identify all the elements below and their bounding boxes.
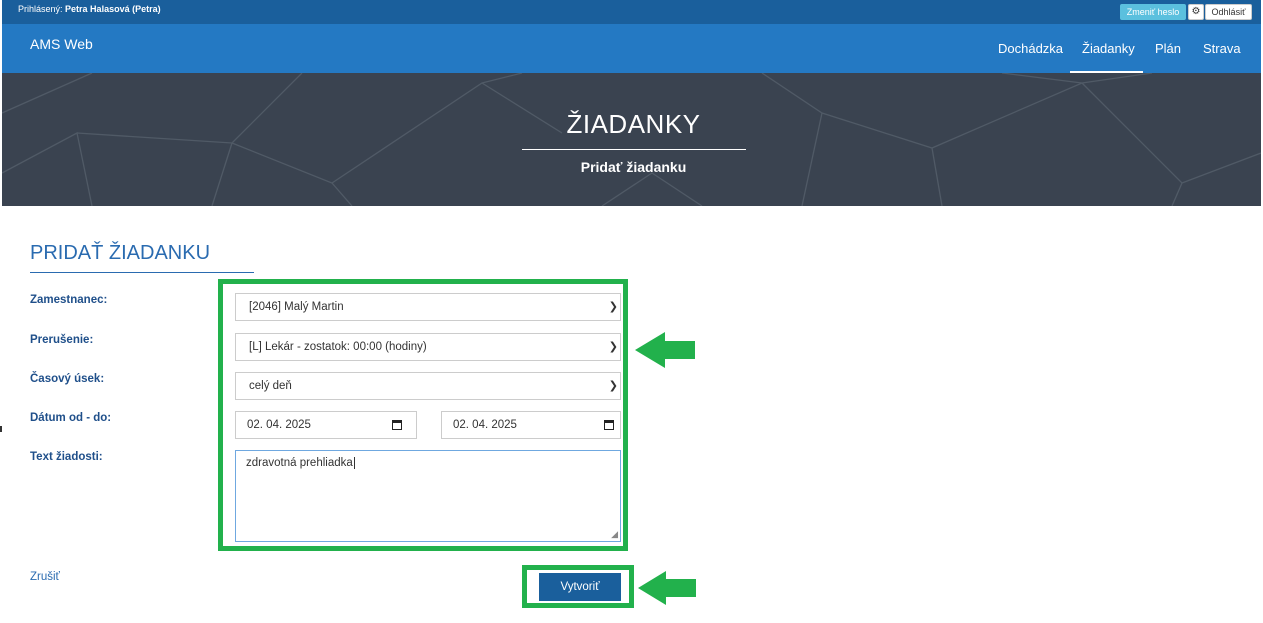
request-text-label: Text žiadosti: [30,451,103,463]
hero-title-underline [522,149,746,150]
hero-banner: ŽIADANKY Pridať žiadanku [2,73,1261,206]
timeslot-label: Časový úsek: [30,373,105,385]
hero-title: ŽIADANKY [566,109,701,139]
fields-highlight-box [218,279,628,551]
employee-label: Zamestnanec: [30,294,108,306]
nav-item-plan[interactable]: Plán [1155,41,1181,56]
gear-icon: ⚙ [1191,6,1201,17]
create-button[interactable]: Vytvoriť [530,573,626,601]
form-heading: PRIDAŤ ŽIADANKU [30,242,211,264]
arrow-left-icon [635,332,695,368]
date-range-label: Dátum od - do: [30,412,112,424]
nav-item-dochadzka[interactable]: Dochádzka [998,41,1063,56]
page: Prihlásený: Petra Halasová (Petra) Zmeni… [0,0,1263,623]
form-heading-underline [30,272,254,273]
arrow-left-icon [638,571,696,605]
settings-button[interactable]: ⚙ [1188,4,1204,20]
logged-in-user: Prihlásený: Petra Halasová (Petra) [18,4,161,14]
nav-item-strava[interactable]: Strava [1203,41,1241,56]
user-name: Petra Halasová (Petra) [65,4,161,14]
main-navbar: AMS Web Dochádzka Žiadanky Plán Strava [2,24,1261,73]
nav-item-ziadanky[interactable]: Žiadanky [1082,41,1135,56]
user-prefix: Prihlásený: [18,4,63,14]
brand-link[interactable]: AMS Web [30,36,93,52]
cancel-link[interactable]: Zrušiť [30,571,60,583]
logout-button[interactable]: Odhlásiť [1205,4,1252,20]
hero-subtitle: Pridať žiadanku [580,159,687,175]
interruption-label: Prerušenie: [30,334,94,346]
edge-marker [0,426,2,432]
top-bar: Prihlásený: Petra Halasová (Petra) Zmeni… [2,0,1261,24]
change-password-button[interactable]: Zmeniť heslo [1120,4,1186,20]
